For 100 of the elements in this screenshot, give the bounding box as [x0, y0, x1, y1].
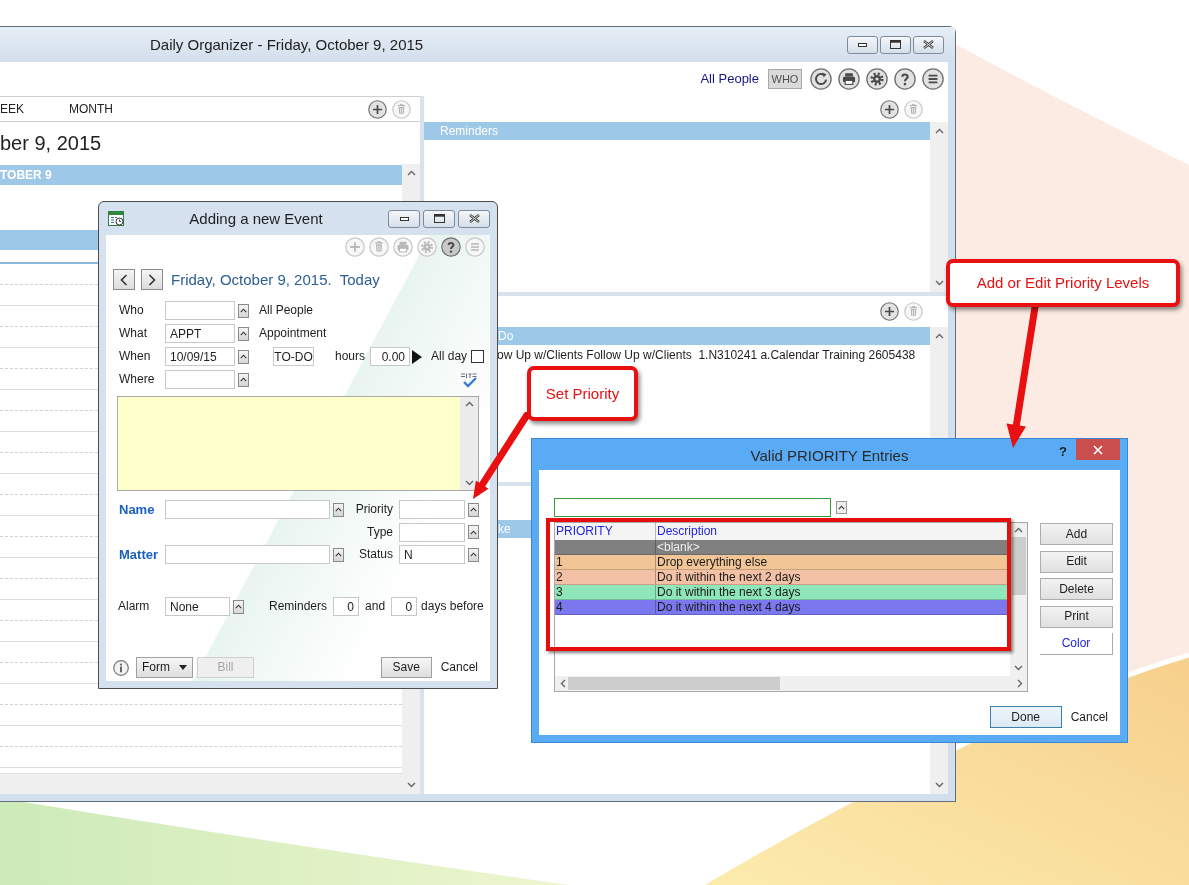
- info-icon[interactable]: [113, 659, 129, 676]
- chevron-up-icon: [838, 505, 845, 510]
- menu-icon[interactable]: [922, 68, 944, 90]
- lookup-button[interactable]: [836, 501, 847, 514]
- chevron-down-icon[interactable]: [934, 782, 944, 788]
- help-icon[interactable]: [894, 68, 916, 90]
- lookup-button[interactable]: [468, 525, 479, 539]
- lookup-button[interactable]: [238, 303, 249, 318]
- chevron-up-icon[interactable]: [464, 401, 474, 407]
- dialog-button[interactable]: Delete: [1040, 578, 1113, 600]
- column-header[interactable]: Description: [657, 524, 718, 539]
- day-label: TOBER 9: [0, 167, 52, 183]
- input-field[interactable]: [165, 301, 235, 320]
- help-button[interactable]: ?: [1059, 445, 1067, 458]
- chevron-down-icon[interactable]: [406, 782, 416, 788]
- scrollbar[interactable]: [555, 676, 1027, 691]
- dialog-button[interactable]: Add: [1040, 523, 1113, 545]
- scrollbar[interactable]: [930, 122, 948, 292]
- next-button[interactable]: [141, 269, 163, 290]
- chevron-up-icon[interactable]: [406, 170, 416, 176]
- minimize-icon: [858, 42, 867, 47]
- done-button[interactable]: Done: [989, 706, 1062, 728]
- input-field[interactable]: [399, 522, 465, 542]
- maximize-button[interactable]: [880, 35, 911, 54]
- lookup-button[interactable]: [333, 502, 344, 517]
- save-button[interactable]: Save: [380, 657, 432, 678]
- scrollbar[interactable]: [460, 397, 478, 490]
- printer-icon[interactable]: [838, 68, 860, 90]
- who-button[interactable]: WHO: [768, 69, 802, 89]
- chevron-down-icon[interactable]: [934, 280, 944, 286]
- view-tab[interactable]: MONTH: [69, 101, 113, 117]
- input-field[interactable]: APPT: [165, 324, 235, 343]
- form-button[interactable]: Form: [136, 657, 193, 678]
- settings-icon[interactable]: [866, 68, 888, 90]
- input-field[interactable]: 0: [391, 597, 418, 616]
- lookup-button[interactable]: [233, 599, 244, 614]
- hours-field[interactable]: 0.00: [370, 347, 411, 366]
- lookup-button[interactable]: [333, 547, 344, 562]
- people-link[interactable]: All People: [700, 71, 759, 87]
- entry-type-field[interactable]: TO-DO: [273, 347, 314, 366]
- previous-button[interactable]: [113, 269, 135, 290]
- lookup-button[interactable]: [238, 372, 249, 387]
- header-label: Do: [498, 328, 514, 344]
- input-field[interactable]: N: [399, 545, 465, 564]
- dialog-button[interactable]: Edit: [1040, 550, 1113, 573]
- column-header[interactable]: PRIORITY: [556, 524, 613, 539]
- scrollbar[interactable]: [0, 773, 402, 794]
- minimize-button[interactable]: [847, 35, 878, 54]
- view-tab[interactable]: EEK: [0, 101, 24, 117]
- input-field[interactable]: [399, 500, 465, 519]
- chevron-down-icon[interactable]: [464, 480, 474, 486]
- minimize-icon: [399, 216, 409, 221]
- close-button[interactable]: [1076, 439, 1120, 460]
- minimize-button[interactable]: [388, 209, 420, 228]
- add-icon[interactable]: [368, 99, 387, 119]
- lookup-button[interactable]: [468, 547, 479, 562]
- input-field[interactable]: [165, 545, 330, 564]
- cancel-link[interactable]: Cancel: [440, 660, 478, 675]
- chevron-up-icon[interactable]: [934, 333, 944, 339]
- dialog-button[interactable]: Print: [1040, 605, 1113, 628]
- scroll-thumb[interactable]: [568, 677, 780, 690]
- input-field[interactable]: None: [165, 597, 230, 616]
- lookup-button[interactable]: [468, 502, 479, 517]
- help-icon[interactable]: [441, 237, 461, 257]
- input-field[interactable]: [165, 370, 235, 389]
- triangle-right-icon[interactable]: [412, 349, 423, 364]
- field-label: days before: [421, 599, 484, 614]
- table-cell: Do it within the next 2 days: [657, 569, 801, 585]
- field-label: Name: [119, 501, 156, 518]
- input-field[interactable]: 10/09/15: [165, 347, 235, 366]
- color-button[interactable]: Color: [1040, 633, 1113, 655]
- lookup-button[interactable]: [238, 326, 249, 341]
- list-item[interactable]: ow Up w/Clients Follow Up w/Clients 1.N310241 a.Calendar Training 2605438: [497, 348, 916, 363]
- search-field[interactable]: [554, 498, 831, 517]
- lookup-button[interactable]: [238, 349, 249, 364]
- dialog-title: Valid PRIORITY Entries: [750, 446, 909, 465]
- chevron-down-icon[interactable]: [1014, 665, 1023, 671]
- notes-field[interactable]: [117, 396, 479, 491]
- chevron-up-icon: [240, 331, 247, 336]
- maximize-button[interactable]: [423, 209, 455, 228]
- scrollbar[interactable]: [1010, 523, 1027, 676]
- add-icon[interactable]: [880, 302, 899, 321]
- add-icon[interactable]: [880, 99, 899, 119]
- caret-down-icon: [179, 665, 187, 670]
- input-field[interactable]: 0: [333, 597, 360, 616]
- table-cell: <blank>: [657, 539, 700, 555]
- checkbox[interactable]: [471, 350, 485, 363]
- input-field[interactable]: [165, 500, 330, 519]
- close-button[interactable]: [913, 35, 944, 54]
- chevron-up-icon[interactable]: [1014, 527, 1023, 533]
- spellcheck-icon[interactable]: [460, 371, 477, 388]
- refresh-icon[interactable]: [810, 68, 832, 90]
- chevron-right-icon[interactable]: [1017, 679, 1023, 688]
- chevron-up-icon[interactable]: [934, 128, 944, 134]
- field-note: Appointment: [259, 326, 327, 341]
- close-button[interactable]: [458, 209, 490, 228]
- cancel-link[interactable]: Cancel: [1070, 709, 1108, 725]
- chevron-left-icon[interactable]: [560, 679, 566, 688]
- scroll-thumb[interactable]: [1011, 537, 1026, 595]
- window-title: Daily Organizer - Friday, October 9, 2015: [150, 35, 424, 54]
